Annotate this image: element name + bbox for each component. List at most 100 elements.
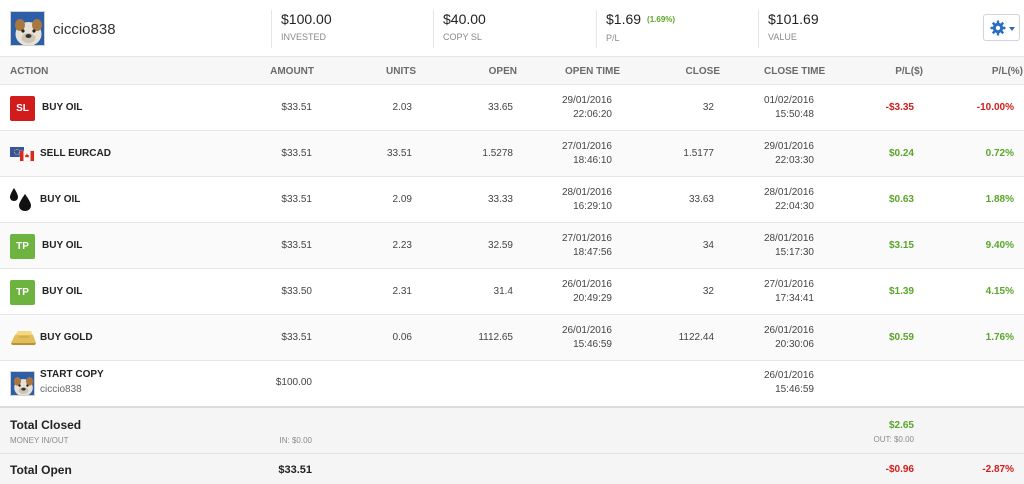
col-pl-usd[interactable]: P/L($) <box>895 66 923 77</box>
open-date: 26/01/2016 <box>561 325 612 336</box>
open-clock: 16:29:10 <box>573 201 612 212</box>
trade-action: BUY OIL <box>40 194 81 205</box>
start-copy-user[interactable]: ciccio838 <box>40 384 82 395</box>
stat-invested: $100.00 INVESTED <box>271 10 332 48</box>
total-closed-title: Total Closed <box>10 418 82 432</box>
close-date: 01/02/2016 <box>763 95 814 106</box>
table-row[interactable]: SELL EURCAD $33.51 33.51 1.5278 27/01/20… <box>0 131 1024 177</box>
trade-amount: $33.51 <box>281 240 312 251</box>
trade-open-time: 26/01/2016 15:46:59 <box>562 324 612 352</box>
stat-label: INVESTED <box>281 32 327 42</box>
total-open-amount: $33.51 <box>278 464 312 476</box>
stat-value: $100.00 <box>281 11 332 27</box>
table-row[interactable]: BUY GOLD $33.51 0.06 1112.65 26/01/2016 1… <box>0 315 1024 361</box>
close-clock: 15:50:48 <box>775 109 814 120</box>
trade-pl-pct: 4.15% <box>985 286 1014 297</box>
table-row[interactable]: TP BUY OIL $33.51 2.23 32.59 27/01/2016 1… <box>0 223 1024 269</box>
open-clock: 18:47:56 <box>573 247 612 258</box>
trade-units: 2.23 <box>392 240 412 251</box>
take-profit-badge: TP <box>10 234 35 259</box>
totals-closed-row: Total Closed MONEY IN/OUT IN: $0.00 $2.6… <box>0 406 1024 454</box>
user-name[interactable]: ciccio838 <box>53 21 116 38</box>
stat-copy-sl: $40.00 COPY SL <box>433 10 486 48</box>
start-date: 26/01/2016 <box>763 370 814 381</box>
col-close-time[interactable]: CLOSE TIME <box>764 66 825 77</box>
take-profit-badge: TP <box>10 280 35 305</box>
trade-close: 1122.44 <box>678 332 714 343</box>
trade-pl-usd: $0.24 <box>888 148 914 159</box>
stat-value: $101.69 <box>768 11 819 27</box>
open-date: 29/01/2016 <box>561 95 612 106</box>
trade-pl-usd: $3.15 <box>888 240 914 251</box>
avatar[interactable] <box>10 11 45 46</box>
stat-label: P/L <box>606 33 620 43</box>
trade-close-time: 28/01/2016 15:17:30 <box>764 232 814 260</box>
total-open-pl-usd: -$0.96 <box>885 464 914 475</box>
table-row[interactable]: TP BUY OIL $33.50 2.31 31.4 26/01/2016 20… <box>0 269 1024 315</box>
trade-action: BUY OIL <box>42 286 83 297</box>
open-clock: 22:06:20 <box>573 109 612 120</box>
total-open-title: Total Open <box>10 463 72 477</box>
trade-amount: $33.50 <box>281 286 312 297</box>
trade-pl-usd: $0.63 <box>888 194 914 205</box>
col-amount[interactable]: AMOUNT <box>270 66 314 77</box>
total-open-pl-pct: -2.87% <box>982 464 1014 475</box>
stat-label: VALUE <box>768 32 797 42</box>
trade-open: 33.65 <box>487 102 513 113</box>
trade-open: 1112.65 <box>478 332 513 343</box>
trade-open: 31.4 <box>493 286 513 297</box>
trade-units: 2.03 <box>392 102 412 113</box>
money-in: IN: $0.00 <box>279 436 312 445</box>
trade-close: 33.63 <box>688 194 714 205</box>
trade-amount: $33.51 <box>281 332 312 343</box>
total-closed-pl: $2.65 <box>888 420 914 431</box>
close-date: 26/01/2016 <box>763 325 814 336</box>
stat-value-total: $101.69 VALUE <box>758 10 819 48</box>
close-date: 28/01/2016 <box>763 187 814 198</box>
table-row[interactable]: BUY OIL $33.51 2.09 33.33 28/01/2016 16:2… <box>0 177 1024 223</box>
open-date: 27/01/2016 <box>561 141 612 152</box>
trade-amount: $33.51 <box>281 148 312 159</box>
start-copy-amount: $100.00 <box>275 377 312 388</box>
start-copy-row[interactable]: START COPY ciccio838 $100.00 26/01/2016 1… <box>0 361 1024 406</box>
start-copy-label: START COPY <box>40 369 104 380</box>
trade-close-time: 28/01/2016 22:04:30 <box>764 186 814 214</box>
start-clock: 15:46:59 <box>775 384 814 395</box>
gold-bar-icon <box>9 329 37 350</box>
close-date: 28/01/2016 <box>763 233 814 244</box>
trade-open-time: 27/01/2016 18:47:56 <box>562 232 612 260</box>
trade-units: 2.09 <box>392 194 412 205</box>
trade-action: SELL EURCAD <box>40 148 111 159</box>
close-clock: 22:04:30 <box>775 201 814 212</box>
trade-open: 33.33 <box>487 194 513 205</box>
open-date: 28/01/2016 <box>561 187 612 198</box>
col-close[interactable]: CLOSE <box>686 66 720 77</box>
open-clock: 15:46:59 <box>573 339 612 350</box>
chevron-down-icon <box>1009 27 1015 31</box>
open-clock: 18:46:10 <box>573 155 612 166</box>
trade-close: 32 <box>702 102 714 113</box>
col-open[interactable]: OPEN <box>489 66 517 77</box>
trade-action: BUY GOLD <box>40 332 93 343</box>
close-clock: 15:17:30 <box>775 247 814 258</box>
table-row[interactable]: SL BUY OIL $33.51 2.03 33.65 29/01/2016 2… <box>0 85 1024 131</box>
col-action[interactable]: ACTION <box>10 66 48 77</box>
stat-label: COPY SL <box>443 32 482 42</box>
trade-pl-pct: 0.72% <box>985 148 1014 159</box>
col-pl-pct[interactable]: P/L(%) <box>992 66 1023 77</box>
trade-open-time: 26/01/2016 20:49:29 <box>562 278 612 306</box>
close-date: 27/01/2016 <box>763 279 814 290</box>
trade-close-time: 01/02/2016 15:50:48 <box>764 94 814 122</box>
avatar[interactable] <box>10 371 35 396</box>
col-units[interactable]: UNITS <box>386 66 416 77</box>
table-header: ACTION AMOUNT UNITS OPEN OPEN TIME CLOSE… <box>0 57 1024 85</box>
close-clock: 20:30:06 <box>775 339 814 350</box>
trade-pl-pct: 1.76% <box>985 332 1014 343</box>
portfolio-header: ciccio838 $100.00 INVESTED $40.00 COPY S… <box>0 0 1024 57</box>
settings-button[interactable] <box>983 14 1020 41</box>
trade-close-time: 29/01/2016 22:03:30 <box>764 140 814 168</box>
trade-close: 1.5177 <box>683 148 714 159</box>
trade-pl-usd: $1.39 <box>888 286 914 297</box>
trade-pl-usd: -$3.35 <box>885 102 914 113</box>
col-open-time[interactable]: OPEN TIME <box>565 66 620 77</box>
